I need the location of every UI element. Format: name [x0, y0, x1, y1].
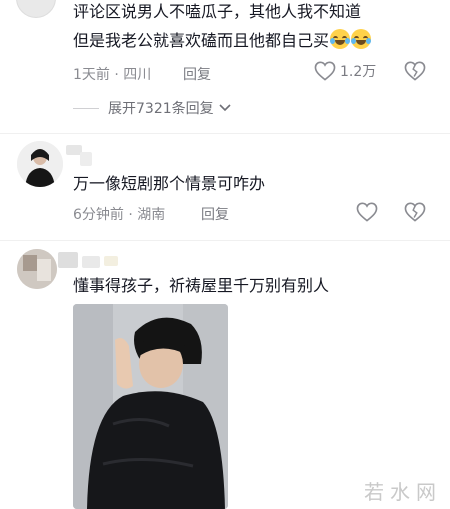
username-blur	[80, 152, 92, 166]
comment-meta: 6分钟前 · 湖南	[73, 207, 166, 223]
divider	[0, 240, 450, 241]
avatar[interactable]	[17, 249, 57, 289]
heart-icon	[356, 202, 378, 222]
username-blur	[58, 252, 78, 268]
expand-divider	[73, 108, 99, 109]
dislike-heart-icon	[404, 202, 426, 222]
comment-meta: 1天前 · 四川	[73, 67, 152, 83]
comment-text: 懂事得孩子，祈祷屋里千万别有别人	[73, 276, 330, 295]
avatar[interactable]	[16, 0, 56, 18]
username-blur	[104, 256, 118, 266]
comment-text-line2: 但是我老公就喜欢磕而且他都自己买	[73, 29, 372, 53]
watermark: 若水网	[364, 480, 442, 504]
reply-button[interactable]: 回复	[183, 64, 211, 84]
username-blur	[82, 256, 100, 268]
expand-replies-label: 展开7321条回复	[108, 101, 214, 117]
avatar[interactable]	[17, 141, 63, 187]
dislike-button[interactable]	[404, 61, 426, 81]
heart-icon	[314, 61, 336, 81]
comment-text-line1: 评论区说男人不嗑瓜子，其他人我不知道	[73, 2, 362, 21]
expand-replies-button[interactable]: 展开7321条回复	[108, 98, 232, 118]
divider	[0, 133, 450, 134]
reply-button[interactable]: 回复	[201, 204, 229, 224]
child-praying-image	[73, 304, 228, 509]
like-button[interactable]: 1.2万	[314, 61, 376, 81]
like-button[interactable]	[356, 202, 378, 222]
avatar-image	[17, 249, 57, 289]
avatar-image	[17, 141, 63, 187]
chevron-down-icon	[219, 104, 231, 112]
tears-of-joy-emoji-icon	[351, 29, 372, 49]
comment-text: 万一像短剧那个情景可咋办	[73, 174, 266, 193]
tears-of-joy-emoji-icon	[330, 29, 351, 49]
dislike-heart-icon	[404, 61, 426, 81]
like-count: 1.2万	[340, 64, 377, 80]
comment-photo[interactable]	[73, 304, 228, 509]
dislike-button[interactable]	[404, 202, 426, 222]
